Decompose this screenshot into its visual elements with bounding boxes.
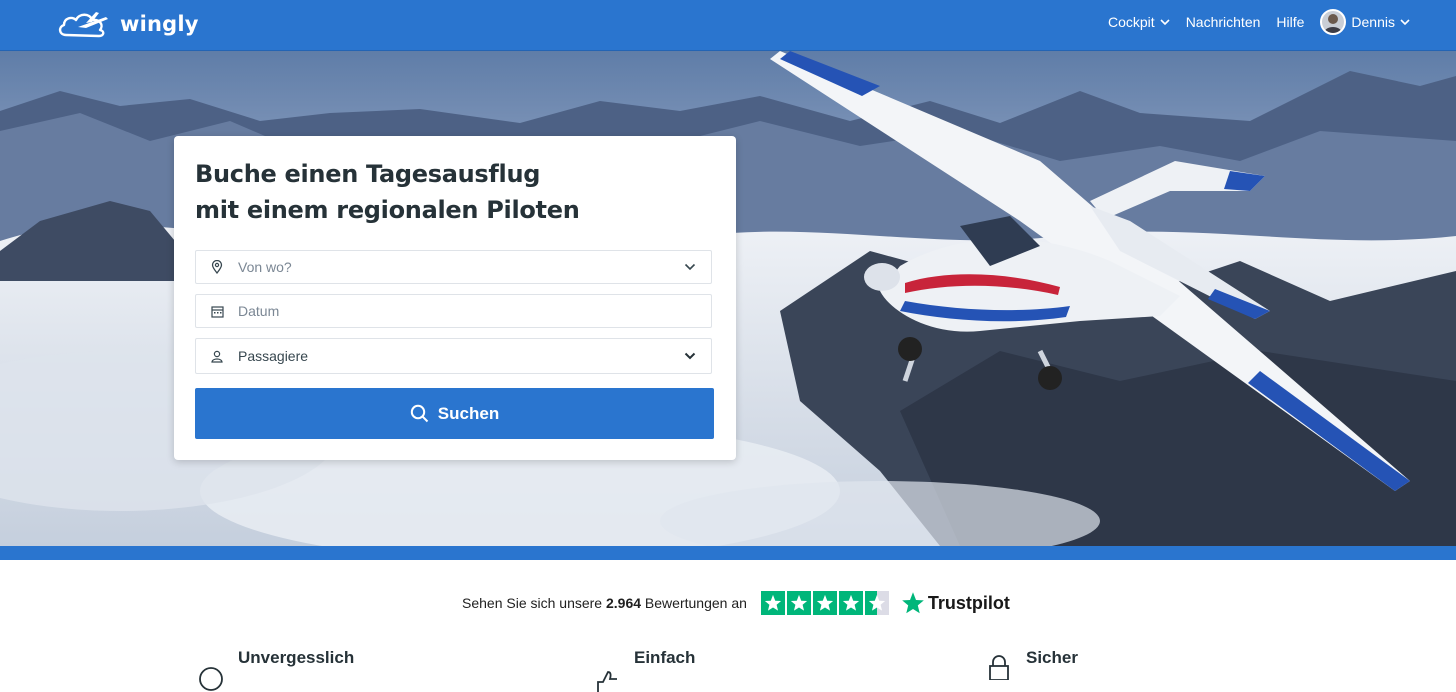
trustpilot-suffix: Bewertungen an [644,595,747,611]
feature-title: Einfach [634,648,696,667]
logo-text: wingly [120,12,199,36]
feature-unvergesslich: Unvergesslich [198,648,354,692]
trustpilot-logo: Trustpilot [901,591,1010,615]
trustpilot-prefix: Sehen Sie sich unsere [462,595,603,611]
search-button[interactable]: Suchen [195,388,714,439]
feature-einfach: Einfach [594,648,695,692]
nav-user-menu[interactable]: Dennis [1320,9,1410,35]
nav-cockpit-label: Cockpit [1108,14,1155,30]
date-field[interactable]: Datum [195,294,712,328]
trustpilot-star-icon [902,592,924,614]
nav-messages-label: Nachrichten [1185,14,1261,30]
search-card: Buche einen Tagesausflug mit einem regio… [174,136,736,460]
search-title-line1: Buche einen Tagesausflug [195,160,541,188]
from-location-select[interactable]: Von wo? [195,250,712,284]
chevron-down-icon [1400,18,1410,25]
calendar-icon [210,304,224,318]
trustpilot-widget[interactable]: Sehen Sie sich unsere 2.964 Bewertungen … [462,588,1010,618]
search-icon [410,404,429,423]
search-title-line2: mit einem regionalen Piloten [195,196,580,224]
nav-messages[interactable]: Nachrichten [1186,14,1261,30]
user-name: Dennis [1351,14,1395,30]
lock-icon [989,655,1009,680]
chevron-down-icon [683,349,697,363]
nav-cockpit[interactable]: Cockpit [1108,14,1170,30]
star-icon [786,591,811,615]
star-icon [812,591,837,615]
nav-help[interactable]: Hilfe [1276,14,1304,30]
hero-bottom-bar [0,546,1456,560]
nav-links: Cockpit Nachrichten Hilfe Dennis [1108,0,1410,44]
smiley-icon [199,667,223,691]
review-count: 2.964 [605,595,642,611]
star-icon [838,591,863,615]
location-pin-icon [210,260,224,274]
date-placeholder: Datum [238,303,280,319]
feature-sicher: Sicher [986,648,1078,680]
passengers-select[interactable]: Passagiere [195,338,712,374]
star-icon [760,591,785,615]
chevron-down-icon [1160,18,1170,25]
trustpilot-brand: Trustpilot [927,592,1010,613]
chevron-down-icon [683,260,697,274]
passengers-label: Passagiere [238,348,309,364]
top-navbar: wingly Cockpit Nachrichten Hilfe Dennis [0,0,1456,51]
person-icon [210,349,224,363]
avatar [1320,9,1347,35]
star-rating [760,591,889,615]
trustpilot-text: Sehen Sie sich unsere 2.964 Bewertungen … [462,595,747,611]
half-star-icon [864,591,889,615]
from-placeholder: Von wo? [238,259,292,275]
nav-help-label: Hilfe [1276,14,1305,30]
feature-title: Sicher [1026,648,1078,667]
cloud-plane-logo-icon [58,12,108,38]
search-button-label: Suchen [437,403,500,423]
search-title: Buche einen Tagesausflug mit einem regio… [195,156,715,228]
wingly-logo[interactable]: wingly [56,6,199,42]
feature-title: Unvergesslich [238,648,355,667]
thumbs-up-icon [597,671,617,692]
